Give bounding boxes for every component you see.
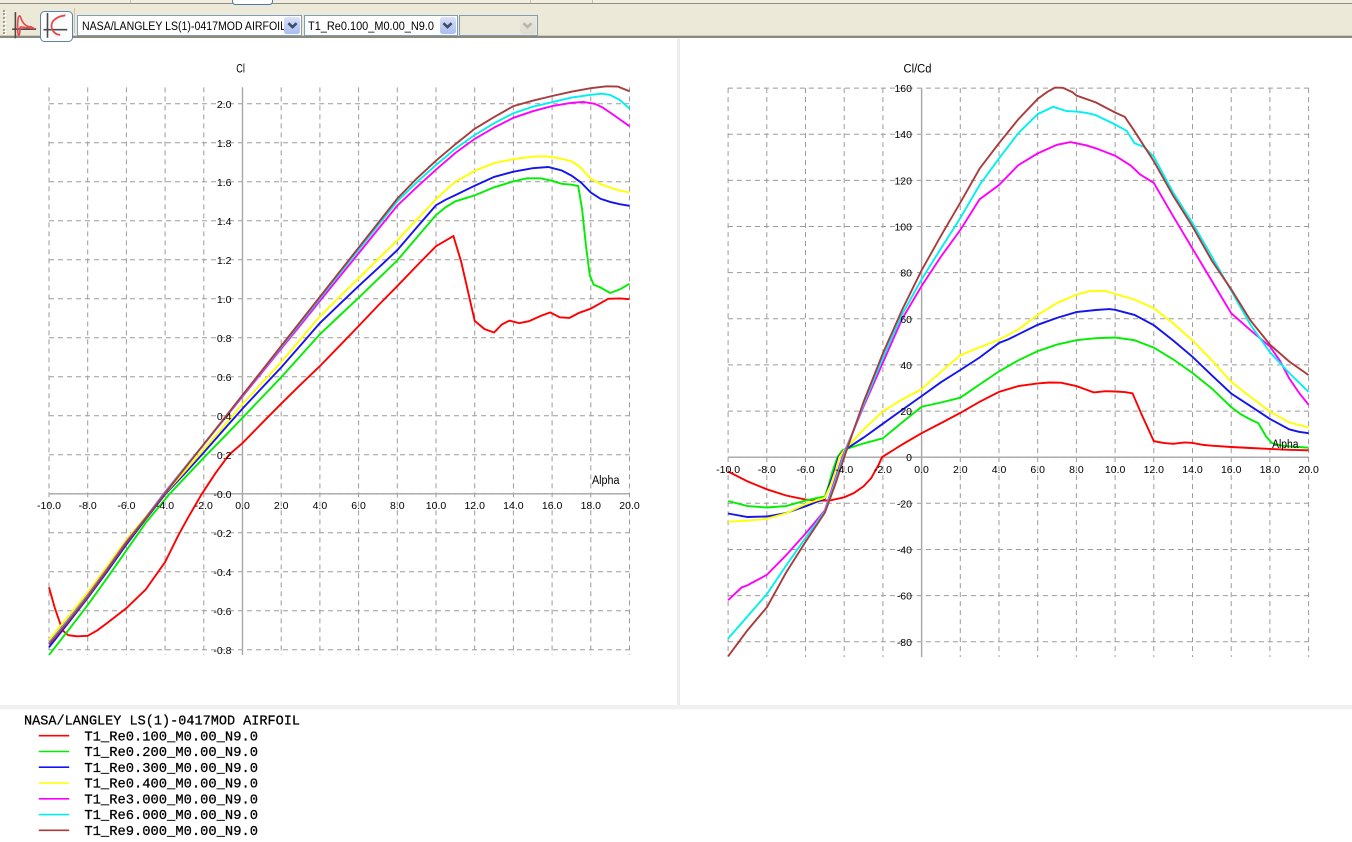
svg-text:-2.0: -2.0 xyxy=(874,464,892,476)
svg-text:-6.0: -6.0 xyxy=(796,464,814,476)
svg-text:6.0: 6.0 xyxy=(1030,464,1045,476)
svg-text:-0.6: -0.6 xyxy=(213,606,231,618)
svg-text:2.0: 2.0 xyxy=(217,99,232,111)
svg-text:16.0: 16.0 xyxy=(1221,464,1242,476)
svg-text:1.0: 1.0 xyxy=(217,294,232,306)
svg-text:-0.4: -0.4 xyxy=(213,567,231,579)
svg-text:0: 0 xyxy=(906,452,912,464)
svg-text:60: 60 xyxy=(900,314,912,326)
svg-text:6.0: 6.0 xyxy=(351,500,366,512)
svg-text:40: 40 xyxy=(900,360,912,372)
svg-text:2.0: 2.0 xyxy=(274,500,289,512)
svg-text:4.0: 4.0 xyxy=(313,500,328,512)
svg-text:18.0: 18.0 xyxy=(1260,464,1281,476)
svg-text:-10.0: -10.0 xyxy=(37,500,61,512)
svg-text:T1_Re0.300_M0.00_N9.0: T1_Re0.300_M0.00_N9.0 xyxy=(84,762,258,777)
svg-text:T1_Re0.200_M0.00_N9.0: T1_Re0.200_M0.00_N9.0 xyxy=(84,746,258,761)
svg-text:16.0: 16.0 xyxy=(542,500,563,512)
svg-text:4.0: 4.0 xyxy=(992,464,1007,476)
svg-text:-40: -40 xyxy=(897,545,912,557)
svg-text:0.0: 0.0 xyxy=(235,500,250,512)
svg-text:-0.8: -0.8 xyxy=(213,645,231,657)
svg-text:-4.0: -4.0 xyxy=(835,464,853,476)
svg-text:1.2: 1.2 xyxy=(217,255,232,267)
svg-text:12.0: 12.0 xyxy=(464,500,485,512)
svg-text:T1_Re6.000_M0.00_N9.0: T1_Re6.000_M0.00_N9.0 xyxy=(84,809,258,824)
svg-text:1.8: 1.8 xyxy=(217,138,232,150)
svg-text:10.0: 10.0 xyxy=(426,500,447,512)
svg-text:2.0: 2.0 xyxy=(953,464,968,476)
svg-text:-20: -20 xyxy=(897,498,912,510)
svg-text:8.0: 8.0 xyxy=(390,500,405,512)
svg-text:0.2: 0.2 xyxy=(217,450,232,462)
svg-text:10.0: 10.0 xyxy=(1105,464,1126,476)
svg-text:-0.2: -0.2 xyxy=(213,528,231,540)
svg-text:NASA/LANGLEY LS(1)-0417MOD AIR: NASA/LANGLEY LS(1)-0417MOD AIRFOIL xyxy=(82,21,287,33)
svg-text:140: 140 xyxy=(894,129,912,141)
svg-text:-6.0: -6.0 xyxy=(117,500,135,512)
svg-text:Alpha: Alpha xyxy=(1272,439,1299,451)
svg-text:T1_Re3.000_M0.00_N9.0: T1_Re3.000_M0.00_N9.0 xyxy=(84,793,258,808)
svg-text:-8.0: -8.0 xyxy=(758,464,776,476)
svg-text:160: 160 xyxy=(894,83,912,95)
svg-text:T1_Re0.100_M0.00_N9.0: T1_Re0.100_M0.00_N9.0 xyxy=(84,730,258,745)
svg-text:20.0: 20.0 xyxy=(619,500,640,512)
svg-text:NASA/LANGLEY LS(1)-0417MOD AIR: NASA/LANGLEY LS(1)-0417MOD AIRFOIL xyxy=(24,715,300,730)
svg-text:20: 20 xyxy=(900,406,912,418)
svg-text:100: 100 xyxy=(894,222,912,234)
svg-text:20.0: 20.0 xyxy=(1298,464,1319,476)
svg-text:T1_Re9.000_M0.00_N9.0: T1_Re9.000_M0.00_N9.0 xyxy=(84,825,258,840)
svg-text:Alpha: Alpha xyxy=(592,475,620,487)
svg-text:-60: -60 xyxy=(897,591,912,603)
svg-text:18.0: 18.0 xyxy=(581,500,602,512)
svg-text:12.0: 12.0 xyxy=(1144,464,1165,476)
svg-text:120: 120 xyxy=(894,175,912,187)
svg-text:0.8: 0.8 xyxy=(217,333,232,345)
svg-text:-0.0: -0.0 xyxy=(213,489,231,501)
svg-text:-4.0: -4.0 xyxy=(156,500,174,512)
svg-text:14.0: 14.0 xyxy=(503,500,524,512)
svg-text:0.4: 0.4 xyxy=(217,411,232,423)
svg-text:-8.0: -8.0 xyxy=(79,500,97,512)
svg-text:0.6: 0.6 xyxy=(217,372,232,384)
svg-text:8.0: 8.0 xyxy=(1069,464,1084,476)
svg-text:T1_Re0.400_M0.00_N9.0: T1_Re0.400_M0.00_N9.0 xyxy=(84,778,258,793)
svg-text:Cl: Cl xyxy=(236,64,245,76)
svg-text:80: 80 xyxy=(900,268,912,280)
svg-text:-10.0: -10.0 xyxy=(716,464,740,476)
svg-text:14.0: 14.0 xyxy=(1182,464,1203,476)
svg-text:0.0: 0.0 xyxy=(914,464,929,476)
svg-text:Cl/Cd: Cl/Cd xyxy=(904,64,932,76)
svg-text:T1_Re0.100_M0.00_N9.0: T1_Re0.100_M0.00_N9.0 xyxy=(308,21,434,33)
svg-text:-80: -80 xyxy=(897,637,912,649)
svg-text:1.6: 1.6 xyxy=(217,177,232,189)
svg-text:-2.0: -2.0 xyxy=(195,500,213,512)
svg-text:1.4: 1.4 xyxy=(217,216,232,228)
